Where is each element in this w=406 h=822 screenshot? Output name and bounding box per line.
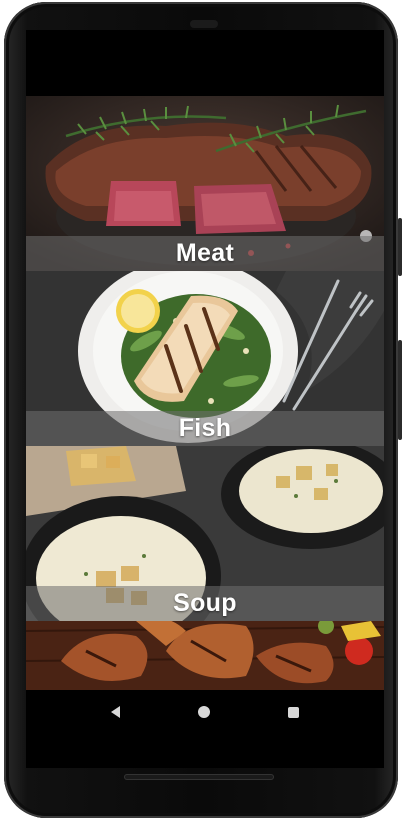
- category-card-meat[interactable]: Meat: [26, 96, 384, 271]
- phone-frame: Meat Fish Soup: [4, 2, 398, 818]
- category-label-soup: Soup: [173, 589, 237, 617]
- category-label-bar: Soup: [26, 586, 384, 621]
- status-bar: [26, 30, 384, 96]
- grilled-chicken-image: [26, 621, 384, 690]
- category-card-chicken[interactable]: [26, 621, 384, 690]
- category-label-meat: Meat: [175, 239, 235, 267]
- system-navigation-bar: [26, 690, 384, 734]
- power-button: [398, 218, 402, 276]
- category-card-fish[interactable]: Fish: [26, 271, 384, 446]
- category-card-soup[interactable]: Soup: [26, 446, 384, 621]
- category-label-fish: Fish: [178, 414, 232, 442]
- bottom-speaker-grille: [124, 774, 274, 780]
- category-list[interactable]: Meat Fish Soup: [26, 96, 384, 690]
- volume-button: [398, 340, 402, 440]
- screen: Meat Fish Soup: [26, 30, 384, 768]
- recents-square-icon[interactable]: [288, 706, 299, 718]
- category-label-bar: Fish: [26, 411, 384, 446]
- back-triangle-icon[interactable]: [111, 706, 120, 718]
- home-circle-icon[interactable]: [198, 706, 210, 718]
- proximity-sensor: [190, 20, 218, 28]
- category-label-bar: Meat: [26, 236, 384, 271]
